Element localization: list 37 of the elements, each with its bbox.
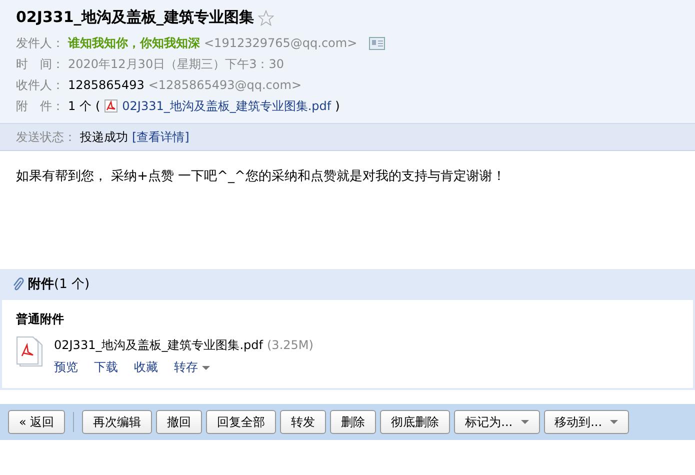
toolbar-button[interactable]: 删除 xyxy=(330,410,376,434)
field-label: 时 间： xyxy=(16,56,64,72)
file-size: (3.25M) xyxy=(267,337,314,354)
action-link[interactable]: 下载 xyxy=(94,358,118,376)
field-label: 收件人： xyxy=(16,76,64,94)
file-name[interactable]: 02J331_地沟及盖板_建筑专业图集.pdf xyxy=(54,336,263,354)
field-label: 发件人： xyxy=(16,34,64,52)
pdf-icon xyxy=(104,99,118,113)
details-link[interactable]: [查看详情] xyxy=(132,128,190,146)
recipient-name[interactable]: 1285865493 xyxy=(68,74,144,96)
status-label: 发送状态： xyxy=(16,128,76,146)
email-subject: 02J331_地沟及盖板_建筑专业图集 xyxy=(16,7,254,28)
recipient-address: <1285865493@qq.com> xyxy=(148,76,302,94)
attachment-link[interactable]: 02J331_地沟及盖板_建筑专业图集.pdf xyxy=(122,96,332,116)
toolbar-button[interactable]: 回复全部 xyxy=(206,410,276,434)
toolbar-button[interactable]: 转发 xyxy=(280,410,326,434)
toolbar-button[interactable]: 撤回 xyxy=(156,410,202,434)
field-value: 2020年12月30日（星期三）下午3：30 xyxy=(68,56,284,72)
field-label: 附 件： xyxy=(16,98,64,114)
paperclip-icon xyxy=(12,277,24,292)
action-link[interactable]: 收藏 xyxy=(134,358,158,376)
dropdown-button[interactable]: 标记为... xyxy=(454,410,540,434)
paren-text: ( xyxy=(95,98,100,114)
attachment-count: 1 个 xyxy=(68,98,92,114)
attachments-heading: 附件(1 个) xyxy=(28,276,90,294)
star-icon[interactable] xyxy=(258,8,274,26)
action-link[interactable]: 预览 xyxy=(54,358,78,376)
status-value: 投递成功 xyxy=(80,128,128,146)
toolbar-button[interactable]: « 返回 xyxy=(8,410,66,434)
message-text: 如果有帮到您， 采纳+点赞 一下吧^_^您的采纳和点赞就是对我的支持与肯定谢谢！ xyxy=(16,168,506,184)
sender-address: <1912329765@qq.com> xyxy=(204,34,358,52)
attachment-group-label: 普通附件 xyxy=(16,311,65,328)
dropdown-button[interactable]: 移动到... xyxy=(544,410,630,434)
toolbar-button[interactable]: 再次编辑 xyxy=(82,410,152,434)
action-dropdown[interactable]: 转存 xyxy=(174,358,210,376)
toolbar-button[interactable]: 彻底删除 xyxy=(380,410,450,434)
paren-text: ) xyxy=(335,98,340,114)
